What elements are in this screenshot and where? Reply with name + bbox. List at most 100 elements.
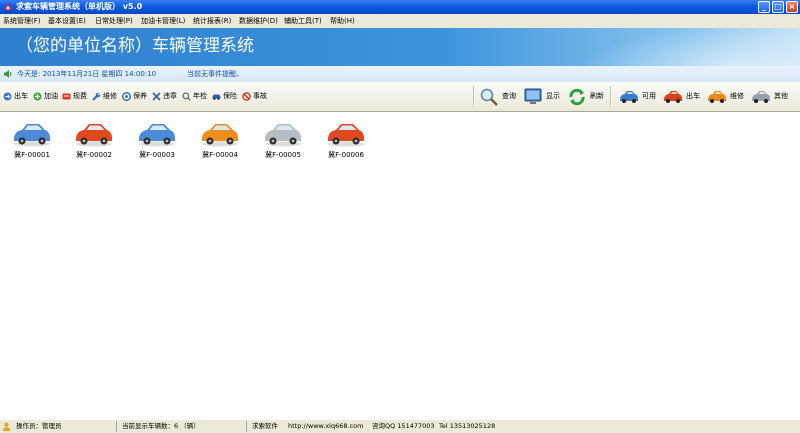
- vehicle-plate: 冀F-00001: [14, 151, 50, 159]
- monitor-icon: [524, 88, 542, 104]
- fuel-icon: [33, 92, 42, 101]
- user-icon: [2, 422, 11, 431]
- toolbar-fuel-button[interactable]: 加油: [33, 82, 58, 111]
- toolbar-label: 保养: [133, 92, 147, 100]
- maximize-button[interactable]: □: [772, 1, 784, 13]
- toolbar-label: 年检: [193, 92, 207, 100]
- vehicle-plate: 冀F-00004: [202, 151, 238, 159]
- menu-bar: 系统管理(F) 基本设置(E) 日常处理(P) 加油卡管理(L) 统计报表(R)…: [0, 14, 800, 29]
- date-text: 今天是: 2013年11月21日 星期四 14:00:10: [17, 70, 157, 78]
- toolbar-accident-button[interactable]: 事故: [242, 82, 267, 111]
- vehicle-plate: 冀F-00006: [328, 151, 364, 159]
- menu-fuel-card[interactable]: 加油卡管理(L): [141, 14, 185, 28]
- vehicle-item[interactable]: 冀F-00006: [319, 118, 373, 164]
- filter-out-button[interactable]: 出车: [663, 82, 700, 111]
- toolbar-fee-button[interactable]: 规费: [62, 82, 87, 111]
- car-icon: [265, 124, 301, 147]
- status-bar: 操作员：管理员 当前显示车辆数：6 （辆） 求索软件 http://www.xl…: [0, 419, 800, 433]
- status-website: http://www.xlq668.com: [288, 422, 364, 430]
- title-bar: 求索车辆管理系统（单机版） v5.0 _ □ ×: [0, 0, 800, 14]
- status-operator: 操作员：管理员: [13, 421, 117, 432]
- vehicle-plate: 冀F-00005: [265, 151, 301, 159]
- toolbar-label: 查询: [502, 92, 516, 100]
- vehicle-item[interactable]: 冀F-00004: [193, 118, 247, 164]
- toolbar-label: 保险: [223, 92, 237, 100]
- status-tel: Tel 13513025128: [439, 422, 496, 430]
- car-icon: [76, 124, 112, 147]
- toolbar-label: 可用: [642, 92, 656, 100]
- car-icon: [328, 124, 364, 147]
- app-icon: [4, 3, 12, 10]
- speaker-icon: [4, 70, 12, 78]
- accident-icon: [242, 92, 251, 101]
- car-icon: [202, 124, 238, 147]
- toolbar-repair-button[interactable]: 维修: [92, 82, 117, 111]
- minimize-button[interactable]: _: [758, 1, 770, 13]
- vehicle-item[interactable]: 冀F-00001: [5, 118, 59, 164]
- toolbar-car-out-button[interactable]: 出车: [3, 82, 28, 111]
- notice-text: 当前无事件提醒。: [187, 70, 243, 78]
- car-icon: [139, 124, 175, 147]
- car-out-icon: [3, 92, 12, 101]
- vehicle-grid: 冀F-00001 冀F-00002 冀F-00003 冀F-00004 冀F-0…: [0, 112, 800, 419]
- vehicle-plate: 冀F-00003: [139, 151, 175, 159]
- car-blue-icon: [620, 90, 638, 103]
- magnifier-icon: [480, 88, 498, 106]
- toolbar-label: 显示: [546, 92, 560, 100]
- toolbar-label: 规费: [73, 92, 87, 100]
- refresh-icon: [569, 88, 585, 105]
- vehicle-item[interactable]: 冀F-00003: [130, 118, 184, 164]
- status-company: 求索软件: [252, 422, 278, 430]
- car-gray-icon: [752, 90, 770, 103]
- vehicle-plate: 冀F-00002: [76, 151, 112, 159]
- toolbar: 出车 加油 规费 维修 保养 违章 年检 保险 事故 查询 显示 刷新 可用 出…: [0, 82, 800, 112]
- car-red-icon: [664, 90, 682, 103]
- toolbar-label: 其他: [774, 92, 788, 100]
- menu-basic-settings[interactable]: 基本设置(E): [48, 14, 86, 28]
- menu-daily[interactable]: 日常处理(P): [95, 14, 133, 28]
- menu-data[interactable]: 数据维护(D): [239, 14, 278, 28]
- toolbar-separator: [610, 86, 612, 107]
- menu-reports[interactable]: 统计报表(R): [193, 14, 231, 28]
- toolbar-inspection-button[interactable]: 年检: [182, 82, 207, 111]
- car-icon: [14, 124, 50, 147]
- toolbar-label: 维修: [730, 92, 744, 100]
- window-title: 求索车辆管理系统（单机版） v5.0: [16, 2, 143, 11]
- toolbar-violation-button[interactable]: 违章: [152, 82, 177, 111]
- toolbar-label: 加油: [44, 92, 58, 100]
- toolbar-insurance-button[interactable]: 保险: [212, 82, 237, 111]
- maintenance-icon: [122, 92, 131, 101]
- toolbar-label: 维修: [103, 92, 117, 100]
- banner-title: （您的单位名称）车辆管理系统: [16, 36, 254, 56]
- insurance-icon: [212, 94, 221, 100]
- menu-system[interactable]: 系统管理(F): [3, 14, 41, 28]
- wrench-icon: [92, 92, 101, 101]
- toolbar-label: 违章: [163, 92, 177, 100]
- banner: （您的单位名称）车辆管理系统: [0, 28, 800, 66]
- filter-other-button[interactable]: 其他: [751, 82, 788, 111]
- info-strip: 今天是: 2013年11月21日 星期四 14:00:10 当前无事件提醒。: [0, 66, 800, 83]
- toolbar-separator: [473, 86, 475, 107]
- status-qq: 咨询QQ 1514770039: [372, 422, 435, 430]
- filter-repair-button[interactable]: 维修: [707, 82, 744, 111]
- filter-available-button[interactable]: 可用: [619, 82, 656, 111]
- toolbar-search-button[interactable]: 查询: [479, 82, 516, 111]
- close-button[interactable]: ×: [786, 1, 798, 13]
- banner-glow: [580, 28, 800, 66]
- vehicle-item[interactable]: 冀F-00002: [67, 118, 121, 164]
- toolbar-maintenance-button[interactable]: 保养: [122, 82, 147, 111]
- toolbar-label: 出车: [14, 92, 28, 100]
- inspection-icon: [182, 92, 191, 101]
- menu-tools[interactable]: 辅助工具(T): [284, 14, 322, 28]
- fee-icon: [62, 93, 71, 100]
- car-orange-icon: [708, 90, 726, 103]
- status-vehicle-count: 当前显示车辆数：6 （辆）: [119, 421, 247, 432]
- toolbar-label: 刷新: [590, 92, 604, 100]
- menu-help[interactable]: 帮助(H): [330, 14, 355, 28]
- violation-icon: [152, 92, 161, 101]
- vehicle-item[interactable]: 冀F-00005: [256, 118, 310, 164]
- toolbar-refresh-button[interactable]: 刷新: [567, 82, 604, 111]
- toolbar-display-button[interactable]: 显示: [523, 82, 560, 111]
- toolbar-label: 出车: [686, 92, 700, 100]
- toolbar-label: 事故: [253, 92, 267, 100]
